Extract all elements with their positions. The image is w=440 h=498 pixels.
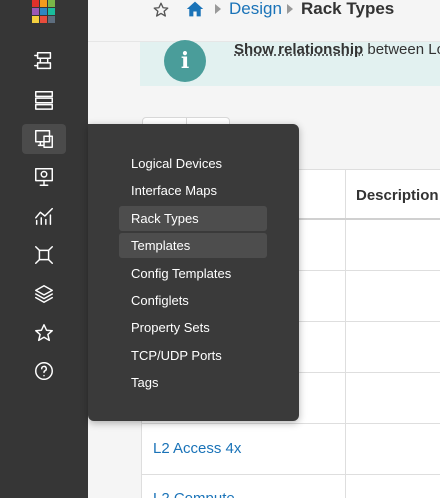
menu-item-rack-types[interactable]: Rack Types xyxy=(119,206,267,231)
menu-item-property-sets[interactable]: Property Sets xyxy=(119,315,267,340)
logo-icon[interactable] xyxy=(32,0,56,24)
table-row-link[interactable]: L2 Access 4x xyxy=(153,440,241,457)
info-banner: i Show relationship between Logi xyxy=(140,40,440,86)
platform-icon[interactable] xyxy=(22,279,66,309)
info-icon: i xyxy=(164,40,206,82)
top-bar: Design Rack Types xyxy=(88,0,440,42)
breadcrumb-chevron-icon xyxy=(215,4,221,14)
blueprints-icon[interactable] xyxy=(22,46,66,76)
show-relationship-link[interactable]: Show relationship xyxy=(234,41,363,58)
menu-item-tags[interactable]: Tags xyxy=(119,370,267,395)
resources-icon[interactable] xyxy=(22,162,66,192)
menu-item-logical-devices[interactable]: Logical Devices xyxy=(119,151,267,176)
table-row-link[interactable]: L2 Compute xyxy=(153,490,235,498)
banner-text: Show relationship between Logi xyxy=(234,41,440,58)
design-flyout-menu: Logical Devices Interface Maps Rack Type… xyxy=(88,124,299,421)
external-systems-icon[interactable] xyxy=(22,240,66,270)
favorites-icon[interactable] xyxy=(22,318,66,348)
design-icon[interactable] xyxy=(22,124,66,154)
breadcrumb-chevron-icon xyxy=(287,4,293,14)
breadcrumb-design[interactable]: Design xyxy=(229,0,282,19)
menu-item-interface-maps[interactable]: Interface Maps xyxy=(119,178,267,203)
home-icon[interactable] xyxy=(185,0,205,18)
sidebar xyxy=(0,0,88,498)
analytics-icon[interactable] xyxy=(22,201,66,231)
help-icon[interactable] xyxy=(22,356,66,386)
favorite-star-icon[interactable] xyxy=(152,1,170,19)
menu-item-tcp-udp-ports[interactable]: TCP/UDP Ports xyxy=(119,343,267,368)
menu-item-configlets[interactable]: Configlets xyxy=(119,288,267,313)
menu-item-templates[interactable]: Templates xyxy=(119,233,267,258)
page-title: Rack Types xyxy=(301,0,395,18)
menu-item-config-templates[interactable]: Config Templates xyxy=(119,261,267,286)
description-column-header[interactable]: Description xyxy=(356,187,439,204)
devices-icon[interactable] xyxy=(22,85,66,115)
